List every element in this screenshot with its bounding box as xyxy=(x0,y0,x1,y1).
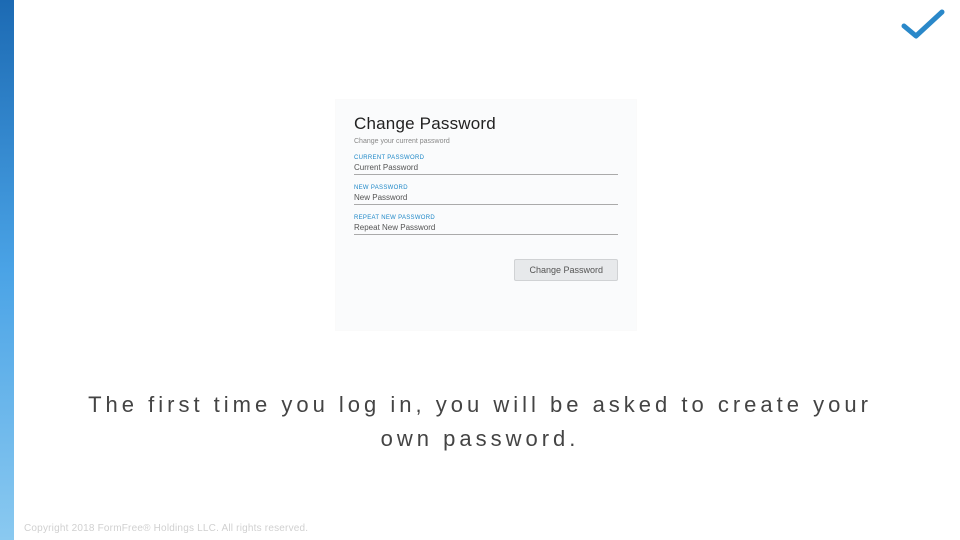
new-password-input[interactable]: New Password xyxy=(354,193,618,205)
slide-caption: The first time you log in, you will be a… xyxy=(60,388,900,456)
copyright-footer: Copyright 2018 FormFree® Holdings LLC. A… xyxy=(24,523,308,534)
field-new-password: NEW PASSWORD New Password xyxy=(354,185,618,205)
panel-subtitle: Change your current password xyxy=(354,138,618,145)
field-label: REPEAT NEW PASSWORD xyxy=(354,215,618,221)
current-password-input[interactable]: Current Password xyxy=(354,163,618,175)
accent-bar xyxy=(0,0,14,540)
repeat-password-input[interactable]: Repeat New Password xyxy=(354,223,618,235)
field-label: CURRENT PASSWORD xyxy=(354,155,618,161)
panel-title: Change Password xyxy=(354,114,618,134)
change-password-panel: Change Password Change your current pass… xyxy=(336,100,636,330)
slide: Change Password Change your current pass… xyxy=(0,0,960,540)
field-repeat-password: REPEAT NEW PASSWORD Repeat New Password xyxy=(354,215,618,235)
button-row: Change Password xyxy=(354,259,618,281)
checkmark-icon xyxy=(900,6,946,42)
field-current-password: CURRENT PASSWORD Current Password xyxy=(354,155,618,175)
field-label: NEW PASSWORD xyxy=(354,185,618,191)
change-password-button[interactable]: Change Password xyxy=(514,259,618,281)
